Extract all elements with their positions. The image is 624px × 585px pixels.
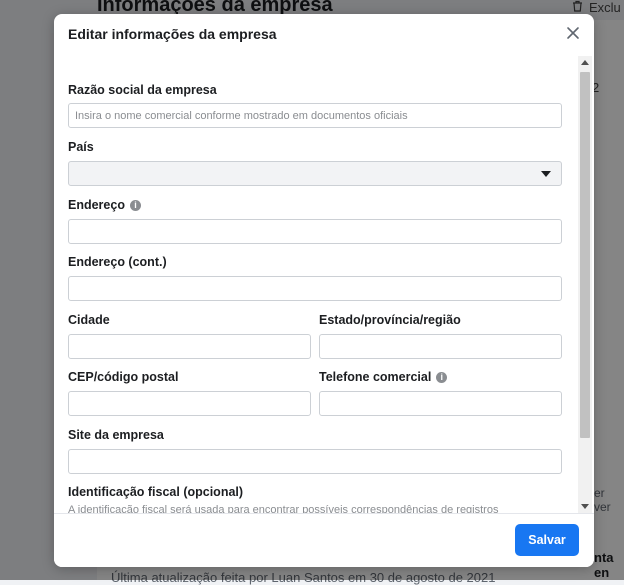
scroll-down-icon[interactable] xyxy=(581,504,589,509)
phone-label: Telefone comercial xyxy=(319,370,432,384)
scrollbar[interactable] xyxy=(578,56,592,513)
city-label: Cidade xyxy=(68,313,110,327)
phone-input[interactable] xyxy=(319,391,562,416)
form-scroll-area[interactable]: Razão social da empresa País Endereço i … xyxy=(54,56,594,513)
website-group: Site da empresa xyxy=(68,428,562,474)
postal-input[interactable] xyxy=(68,391,311,416)
scrollbar-thumb[interactable] xyxy=(580,72,590,438)
state-input[interactable] xyxy=(319,334,562,359)
country-group: País xyxy=(68,140,562,186)
address-group: Endereço i xyxy=(68,198,562,244)
save-button[interactable]: Salvar xyxy=(515,524,579,556)
country-select[interactable] xyxy=(68,161,562,186)
city-input[interactable] xyxy=(68,334,311,359)
info-icon[interactable]: i xyxy=(129,199,141,211)
edit-business-info-dialog: Editar informações da empresa Razão soci… xyxy=(54,14,594,567)
tax-id-group: Identificação fiscal (opcional) xyxy=(68,485,562,499)
dialog-footer: Salvar xyxy=(54,513,594,567)
address-input[interactable] xyxy=(68,219,562,244)
chevron-down-icon xyxy=(541,171,551,177)
close-button[interactable] xyxy=(562,22,584,44)
city-group: Cidade xyxy=(68,313,311,359)
phone-label-row: Telefone comercial i xyxy=(319,370,562,384)
tax-id-label: Identificação fiscal (opcional) xyxy=(68,485,244,499)
postal-label: CEP/código postal xyxy=(68,370,179,384)
close-icon xyxy=(562,22,584,44)
website-label: Site da empresa xyxy=(68,428,164,442)
legal-name-group: Razão social da empresa xyxy=(68,83,562,128)
website-input[interactable] xyxy=(68,449,562,474)
address-label-row: Endereço i xyxy=(68,198,562,212)
dialog-header: Editar informações da empresa xyxy=(54,14,594,56)
address-label: Endereço xyxy=(68,198,125,212)
tax-id-help-text: A identificação fiscal será usada para e… xyxy=(68,504,499,513)
phone-group: Telefone comercial i xyxy=(319,370,562,416)
postal-group: CEP/código postal xyxy=(68,370,311,416)
country-label: País xyxy=(68,140,94,154)
address2-input[interactable] xyxy=(68,276,562,301)
address2-label: Endereço (cont.) xyxy=(68,255,167,269)
scroll-up-icon[interactable] xyxy=(581,60,589,65)
legal-name-label: Razão social da empresa xyxy=(68,83,217,97)
dialog-title: Editar informações da empresa xyxy=(68,26,277,42)
address2-group: Endereço (cont.) xyxy=(68,255,562,301)
state-label: Estado/província/região xyxy=(319,313,461,327)
info-icon[interactable]: i xyxy=(436,371,448,383)
legal-name-input[interactable] xyxy=(68,103,562,128)
state-group: Estado/província/região xyxy=(319,313,562,359)
